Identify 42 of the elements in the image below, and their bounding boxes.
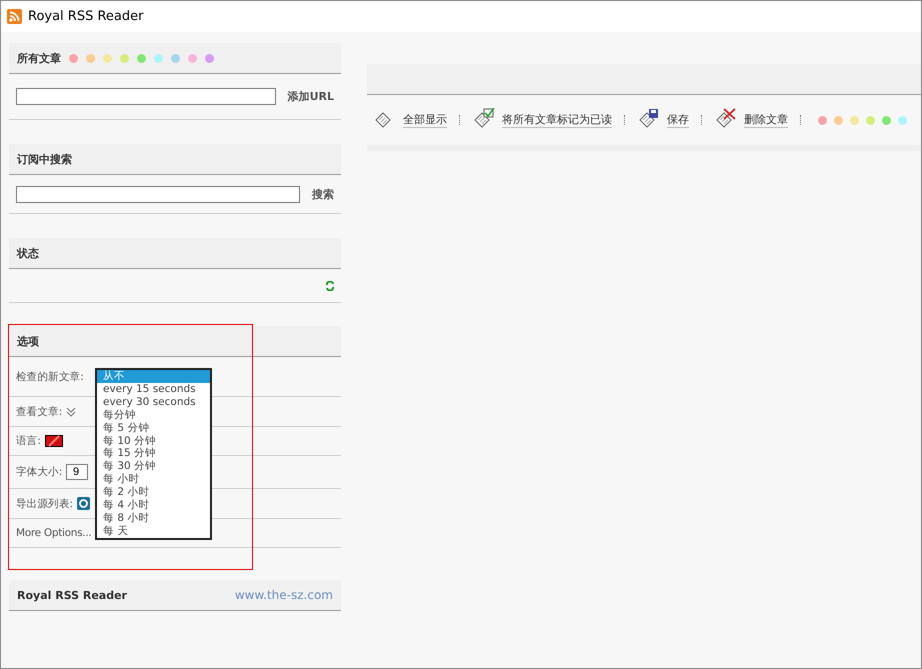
double-chevron-icon[interactable]: [66, 406, 76, 416]
color-filter-dot[interactable]: [818, 116, 827, 124]
color-filter-dot[interactable]: [137, 54, 146, 62]
color-filter-dot[interactable]: [120, 54, 129, 62]
color-filter-dot[interactable]: [69, 54, 78, 62]
toolbar-button[interactable]: 将所有文章标记为已读: [473, 108, 612, 132]
search-button[interactable]: 搜索: [312, 186, 334, 202]
color-filter-dot[interactable]: [86, 54, 95, 62]
option-label: 检查的新文章:: [16, 370, 84, 384]
font-size-field[interactable]: 9: [66, 464, 88, 480]
color-filter-dot[interactable]: [103, 54, 112, 62]
color-filter-dot[interactable]: [834, 116, 843, 124]
color-filter-dot[interactable]: [188, 54, 197, 62]
window-title: Royal RSS Reader: [28, 9, 144, 24]
export-icon[interactable]: [76, 497, 90, 510]
section-title: 状态: [17, 246, 39, 260]
color-filter-dot[interactable]: [850, 116, 859, 124]
section-title: 选项: [17, 334, 39, 348]
color-filter-dot[interactable]: [154, 54, 163, 62]
section-title: 所有文章: [17, 50, 61, 66]
color-filter-dot[interactable]: [205, 54, 214, 62]
flag-icon[interactable]: [44, 435, 63, 447]
rss-icon: [7, 9, 22, 24]
toolbar-button[interactable]: 删除文章: [715, 108, 788, 132]
color-filter-dot[interactable]: [882, 116, 891, 124]
search-field[interactable]: [16, 186, 300, 202]
refresh-icon[interactable]: [326, 280, 334, 290]
option-label: 导出源列表:: [16, 496, 73, 510]
color-filter-dot[interactable]: [866, 116, 875, 124]
footer-title: Royal RSS Reader: [17, 588, 127, 602]
add-url-button[interactable]: 添加URL: [288, 89, 334, 104]
option-label: 语言:: [16, 434, 41, 448]
option-label: 字体大小:: [16, 465, 62, 479]
color-filter-dot[interactable]: [898, 116, 907, 124]
url-field[interactable]: [16, 88, 276, 105]
color-filter-dot[interactable]: [171, 54, 180, 62]
more-options-link[interactable]: More Options...: [16, 527, 92, 539]
toolbar-button[interactable]: 保存: [638, 108, 689, 132]
option-label: 查看文章:: [16, 404, 62, 418]
section-title: 订阅中搜索: [17, 152, 72, 166]
toolbar-button[interactable]: 全部显示: [374, 108, 447, 132]
interval-dropdown-list[interactable]: 从不 every 15 seconds every 30 seconds 每分钟 每 5 分钟 每 10 分钟 每 15 分钟 每 30 分钟 每 小时 每 2 小时 每 4 小时 每 8 小时 每 天: [95, 368, 212, 540]
